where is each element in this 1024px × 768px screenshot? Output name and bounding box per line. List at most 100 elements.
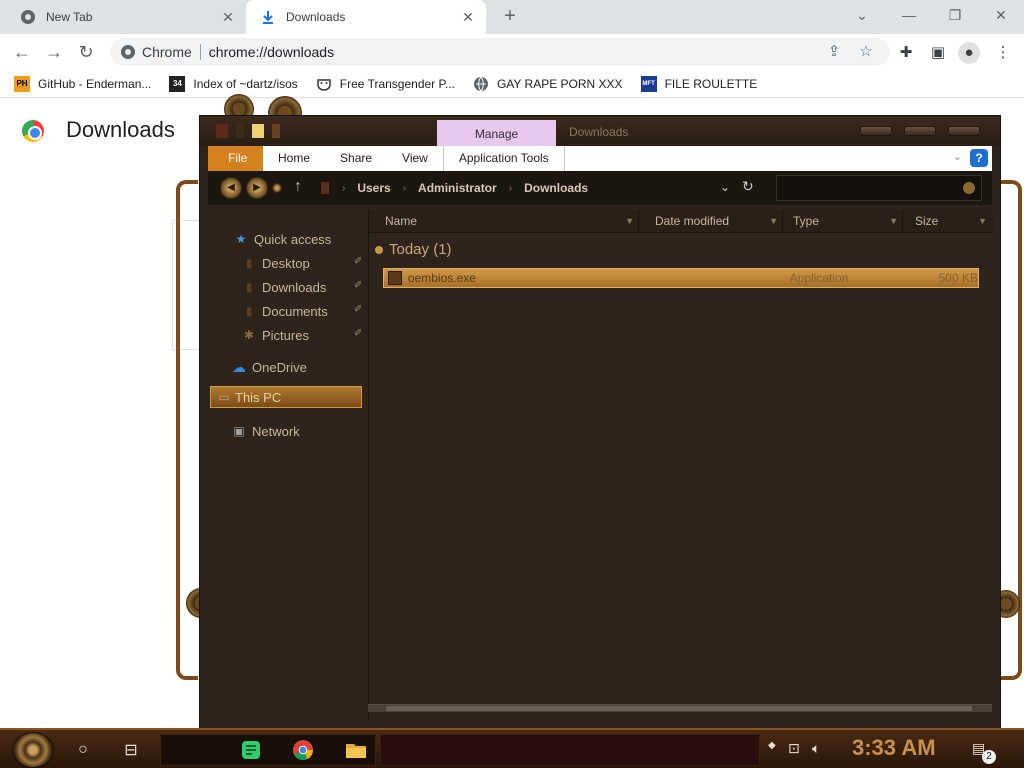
breadcrumb-item[interactable]: Downloads: [524, 181, 588, 195]
search-input[interactable]: [776, 175, 982, 201]
explorer-titlebar[interactable]: Manage Downloads: [200, 116, 1000, 146]
bookmark-item[interactable]: 34 Index of ~dartz/isos: [169, 75, 298, 92]
extensions-icon[interactable]: ✚: [895, 42, 917, 64]
chevron-down-icon[interactable]: ▼: [625, 209, 634, 233]
up-icon[interactable]: ↑: [294, 178, 302, 196]
breadcrumb-item[interactable]: Users: [357, 181, 390, 195]
column-size[interactable]: Size ▼: [903, 209, 991, 233]
address-bar[interactable]: Chrome chrome://downloads ⇪ ☆: [110, 38, 890, 66]
file-explorer-window: Manage Downloads File Home Share View Ap…: [200, 116, 1000, 728]
restore-icon[interactable]: ❐: [941, 4, 969, 26]
search-icon[interactable]: ○: [72, 739, 94, 761]
bookmark-label: FILE ROULETTE: [664, 76, 758, 91]
group-header[interactable]: Today (1): [375, 241, 452, 258]
profile-avatar[interactable]: ●: [958, 42, 980, 64]
task-view-icon[interactable]: ⊟: [120, 739, 142, 761]
nav-item-documents[interactable]: ▮ Documents ✐: [242, 301, 368, 321]
star-icon: ★: [235, 232, 247, 246]
chevron-right-icon[interactable]: ›: [509, 183, 512, 194]
back-icon[interactable]: ←: [10, 40, 34, 64]
minimize-icon[interactable]: —: [895, 4, 923, 26]
breadcrumb-item[interactable]: Administrator: [418, 181, 497, 195]
notification-badge: 2: [982, 750, 996, 764]
column-name[interactable]: Name ▼: [369, 209, 639, 233]
volume-icon[interactable]: 🔈︎: [812, 740, 820, 757]
downloads-folder-icon: ▮: [245, 280, 253, 294]
mask-icon: [316, 76, 332, 92]
chrome-icon[interactable]: [290, 738, 316, 762]
nav-item-network[interactable]: ▣ Network: [232, 421, 299, 441]
horizontal-scrollbar[interactable]: [368, 704, 992, 712]
chevron-down-icon[interactable]: ⌄: [720, 180, 730, 194]
bookmark-star-icon[interactable]: ☆: [852, 38, 880, 66]
tab-new-tab[interactable]: New Tab ✕: [8, 0, 246, 34]
breadcrumb[interactable]: › Users › Administrator › Downloads: [320, 171, 588, 205]
network-icon[interactable]: ⊡: [788, 740, 800, 757]
tab-view[interactable]: View: [387, 146, 443, 171]
chevron-down-icon[interactable]: ▼: [978, 209, 987, 233]
notification-icon[interactable]: ▤ 2: [972, 740, 996, 764]
scrollbar-thumb[interactable]: [386, 706, 972, 711]
column-date-modified[interactable]: Date modified ▼: [639, 209, 783, 233]
divider: [236, 124, 244, 138]
close-window-icon[interactable]: [948, 126, 980, 136]
start-button[interactable]: [12, 732, 54, 768]
tab-home[interactable]: Home: [263, 146, 325, 171]
new-tab-button[interactable]: +: [498, 5, 522, 29]
new-folder-icon[interactable]: [252, 124, 264, 138]
reload-icon[interactable]: ↻: [74, 40, 98, 64]
qat-dropdown-icon[interactable]: [272, 124, 280, 138]
nav-item-label: OneDrive: [252, 359, 307, 375]
show-hidden-icons-icon[interactable]: ◆: [768, 740, 776, 751]
tab-downloads[interactable]: Downloads ✕: [246, 0, 486, 34]
share-icon[interactable]: ⇪: [820, 38, 848, 66]
close-window-icon[interactable]: ✕: [987, 4, 1015, 26]
pin-icon: ✐: [354, 256, 363, 267]
forward-icon[interactable]: ▶: [246, 177, 268, 199]
menu-icon[interactable]: ⋮: [992, 42, 1014, 64]
close-icon[interactable]: ✕: [220, 9, 236, 25]
back-icon[interactable]: ◀: [220, 177, 242, 199]
collapse-icon[interactable]: [375, 245, 383, 254]
site-chip[interactable]: Chrome: [120, 44, 192, 60]
refresh-icon[interactable]: ↻: [742, 178, 754, 195]
divider: [199, 44, 201, 60]
chevron-down-icon[interactable]: ▼: [769, 209, 778, 233]
nav-item-onedrive[interactable]: ☁ OneDrive: [232, 357, 307, 377]
chevron-right-icon[interactable]: ›: [342, 183, 345, 194]
maximize-icon[interactable]: [904, 126, 936, 136]
nav-item-downloads[interactable]: ▮ Downloads ✐: [242, 277, 368, 297]
tab-share[interactable]: Share: [325, 146, 387, 171]
column-label: Name: [385, 214, 418, 228]
nav-item-quick-access[interactable]: ★ Quick access: [234, 229, 332, 249]
tab-manage[interactable]: Manage: [437, 120, 556, 146]
close-icon[interactable]: ✕: [460, 9, 476, 25]
bookmark-item[interactable]: MFT FILE ROULETTE: [640, 75, 758, 92]
bookmark-item[interactable]: Free Transgender P...: [316, 76, 455, 92]
properties-icon[interactable]: [216, 124, 228, 138]
nav-item-desktop[interactable]: ▮ Desktop ✐: [242, 253, 368, 273]
expand-ribbon-icon[interactable]: ⌄: [953, 150, 962, 163]
page-title: Downloads: [66, 117, 175, 142]
notes-app-icon[interactable]: [238, 738, 264, 762]
nav-item-pictures[interactable]: ✱ Pictures ✐: [242, 325, 368, 345]
chevron-right-icon[interactable]: ›: [403, 183, 406, 194]
forward-icon[interactable]: →: [42, 40, 66, 64]
file-explorer-icon[interactable]: [343, 738, 369, 762]
globe-icon: [473, 76, 489, 92]
help-icon[interactable]: ?: [970, 149, 988, 167]
column-type[interactable]: Type ▼: [783, 209, 903, 233]
download-icon: [260, 9, 276, 25]
side-panel-icon[interactable]: ▣: [927, 42, 949, 64]
bookmark-item[interactable]: GAY RAPE PORN XXX: [473, 76, 623, 92]
bookmark-item[interactable]: PH GitHub - Enderman...: [14, 75, 151, 92]
minimize-icon[interactable]: [860, 126, 892, 136]
tab-application-tools[interactable]: Application Tools: [442, 146, 565, 171]
tab-search-icon[interactable]: ⌄: [848, 4, 876, 26]
recent-locations-icon[interactable]: [272, 183, 282, 193]
nav-item-this-pc[interactable]: ▭ This PC: [210, 386, 362, 408]
tab-file[interactable]: File: [208, 146, 263, 171]
clock[interactable]: 3:33 AM: [852, 735, 936, 761]
file-row[interactable]: oembios.exe Application 500 KB: [383, 268, 979, 288]
chevron-down-icon[interactable]: ▼: [889, 209, 898, 233]
